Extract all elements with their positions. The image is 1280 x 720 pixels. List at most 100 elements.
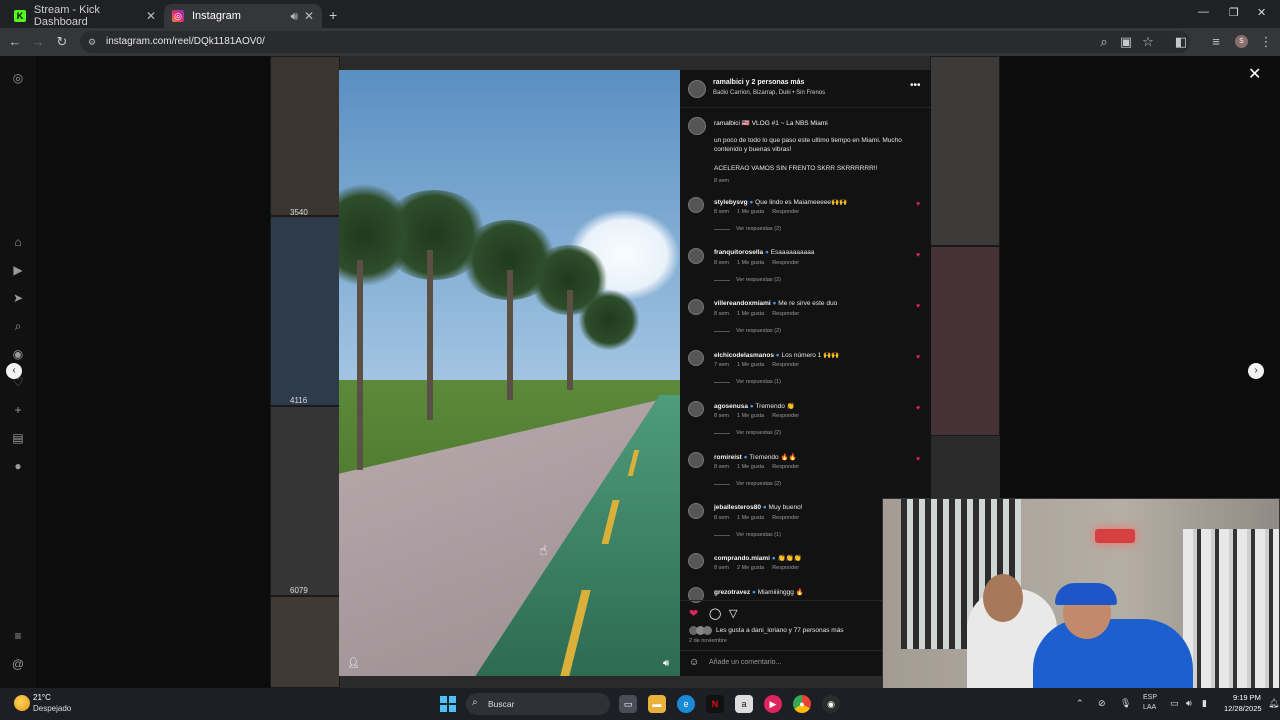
amazon-icon[interactable]: a bbox=[735, 695, 753, 713]
menu-kebab-icon[interactable]: ⋮ bbox=[1258, 34, 1274, 50]
windows-start-icon[interactable] bbox=[440, 696, 456, 712]
reply-button[interactable]: Responder bbox=[772, 362, 799, 368]
tab-instagram[interactable]: ◎ Instagram 🔊︎ ✕ bbox=[164, 4, 322, 28]
messages-icon[interactable]: ➤ bbox=[10, 290, 26, 306]
reply-button[interactable]: Responder bbox=[772, 565, 799, 571]
tagged-users-icon[interactable]: 👤︎ bbox=[347, 658, 360, 669]
previous-post-arrow-icon[interactable]: ‹ bbox=[6, 363, 22, 379]
commenter-avatar[interactable] bbox=[688, 553, 704, 569]
back-icon[interactable]: ← bbox=[7, 34, 23, 50]
author-avatar[interactable] bbox=[688, 80, 706, 98]
speaker-icon[interactable]: 🔊︎ bbox=[290, 9, 298, 24]
home-icon[interactable]: ⌂ bbox=[10, 234, 26, 250]
profile-icon[interactable]: ● bbox=[10, 458, 26, 474]
commenter-name[interactable]: agosenusa bbox=[714, 403, 748, 410]
view-replies-button[interactable]: Ver respuestas (1) bbox=[714, 379, 781, 385]
address-bar[interactable]: ⚙ instagram.com/reel/DQk1181AOV0/ bbox=[80, 31, 1190, 53]
share-icon[interactable]: ▽ bbox=[729, 607, 737, 620]
close-window-icon[interactable]: ✕ bbox=[1257, 6, 1266, 19]
comment-likes[interactable]: 1 Me gusta bbox=[737, 413, 764, 419]
comment-like-heart-icon[interactable]: ♥ bbox=[916, 354, 920, 361]
tray-overflow-icon[interactable]: ⌃ bbox=[1076, 698, 1084, 709]
likes-summary[interactable]: Les gusta a dani_loriano y 77 personas m… bbox=[716, 627, 844, 634]
taskbar-search[interactable]: ⌕ Buscar bbox=[466, 693, 610, 715]
file-explorer-icon[interactable]: ▬ bbox=[648, 695, 666, 713]
weather-temperature[interactable]: 21°C bbox=[33, 693, 51, 702]
view-replies-button[interactable]: Ver respuestas (2) bbox=[714, 328, 781, 334]
post-audio[interactable]: Badio Carrion, Bizarrap, Duki • Sin Fren… bbox=[713, 90, 825, 96]
commenter-avatar[interactable] bbox=[688, 503, 704, 519]
close-tab-icon[interactable]: ✕ bbox=[146, 9, 156, 23]
minimize-icon[interactable]: — bbox=[1198, 6, 1209, 18]
input-layout[interactable]: LAA bbox=[1143, 704, 1156, 711]
like-heart-icon[interactable]: ❤ bbox=[689, 607, 698, 620]
weather-description[interactable]: Despejado bbox=[33, 704, 71, 713]
tray-display-icon[interactable]: ▭ bbox=[1170, 698, 1179, 709]
media-player-icon[interactable]: ▶ bbox=[764, 695, 782, 713]
netflix-icon[interactable]: N bbox=[706, 695, 724, 713]
commenter-name[interactable]: stylebysvg bbox=[714, 199, 748, 206]
comment-likes[interactable]: 1 Me gusta bbox=[737, 515, 764, 521]
reels-icon[interactable]: ▶ bbox=[10, 262, 26, 278]
explore-icon[interactable]: ◉ bbox=[10, 346, 26, 362]
task-view-icon[interactable]: ▭ bbox=[619, 695, 637, 713]
threads-icon[interactable]: @ bbox=[10, 656, 26, 672]
obs-icon[interactable]: ◉ bbox=[822, 695, 840, 713]
caption-avatar[interactable] bbox=[688, 117, 706, 135]
post-author[interactable]: ramalbici y 2 personas más bbox=[713, 79, 804, 86]
reply-button[interactable]: Responder bbox=[772, 464, 799, 470]
forward-icon[interactable]: → bbox=[30, 34, 46, 50]
new-tab-button[interactable]: + bbox=[329, 7, 337, 23]
close-tab-icon[interactable]: ✕ bbox=[304, 9, 314, 23]
zoom-icon[interactable]: ⌕ bbox=[1096, 34, 1112, 50]
commenter-name[interactable]: jeballesteros80 bbox=[714, 504, 761, 511]
more-menu-icon[interactable]: ≡ bbox=[10, 628, 26, 644]
create-icon[interactable]: + bbox=[10, 402, 26, 418]
comment-like-heart-icon[interactable]: ♥ bbox=[916, 456, 920, 463]
view-replies-button[interactable]: Ver respuestas (1) bbox=[714, 532, 781, 538]
commenter-avatar[interactable] bbox=[688, 197, 704, 213]
commenter-name[interactable]: elchicodelasmanos bbox=[714, 352, 774, 359]
commenter-avatar[interactable] bbox=[688, 248, 704, 264]
reply-button[interactable]: Responder bbox=[772, 311, 799, 317]
commenter-name[interactable]: franquitorosella bbox=[714, 249, 763, 256]
maximize-icon[interactable]: ❐ bbox=[1229, 6, 1239, 19]
reply-button[interactable]: Responder bbox=[772, 260, 799, 266]
tray-volume-icon[interactable]: 🔊︎ bbox=[1186, 698, 1192, 709]
comment-likes[interactable]: 1 Me gusta bbox=[737, 260, 764, 266]
comment-like-heart-icon[interactable]: ♥ bbox=[916, 405, 920, 412]
commenter-avatar[interactable] bbox=[688, 350, 704, 366]
view-replies-button[interactable]: Ver respuestas (2) bbox=[714, 277, 781, 283]
add-comment-input[interactable]: Añade un comentario... bbox=[709, 659, 781, 666]
weather-sun-icon[interactable] bbox=[14, 695, 30, 711]
commenter-avatar[interactable] bbox=[688, 401, 704, 417]
comment-likes[interactable]: 1 Me gusta bbox=[737, 209, 764, 215]
comment-likes[interactable]: 1 Me gusta bbox=[737, 464, 764, 470]
comment-likes[interactable]: 1 Me gusta bbox=[737, 362, 764, 368]
comment-like-heart-icon[interactable]: ♥ bbox=[916, 201, 920, 208]
commenter-name[interactable]: grezotravez bbox=[714, 589, 750, 596]
profile-avatar[interactable]: S bbox=[1235, 35, 1248, 48]
clock-date[interactable]: 12/28/2025 bbox=[1224, 704, 1262, 713]
commenter-avatar[interactable] bbox=[688, 452, 704, 468]
commenter-avatar[interactable] bbox=[688, 299, 704, 315]
tab-kick-dashboard[interactable]: K Stream - Kick Dashboard ✕ bbox=[6, 4, 164, 28]
search-icon[interactable]: ⌕ bbox=[10, 318, 26, 334]
reel-video[interactable]: 👤︎ 🔊︎ ☝ bbox=[339, 70, 680, 676]
media-controls-icon[interactable]: ≡ bbox=[1208, 34, 1224, 50]
commenter-name[interactable]: comprando.miami bbox=[714, 555, 770, 562]
tray-battery-icon[interactable]: ▮ bbox=[1202, 698, 1207, 709]
instagram-logo-icon[interactable]: ◎ bbox=[10, 70, 26, 86]
reply-button[interactable]: Responder bbox=[772, 413, 799, 419]
comment-like-heart-icon[interactable]: ♥ bbox=[916, 303, 920, 310]
comment-likes[interactable]: 1 Me gusta bbox=[737, 311, 764, 317]
tray-network-off-icon[interactable]: ⊘ bbox=[1098, 698, 1106, 709]
more-options-icon[interactable]: ••• bbox=[910, 80, 921, 91]
comment-like-heart-icon[interactable]: ♥ bbox=[916, 252, 920, 259]
comment-icon[interactable]: ◯ bbox=[709, 607, 721, 620]
next-post-arrow-icon[interactable]: › bbox=[1248, 363, 1264, 379]
site-info-icon[interactable]: ⚙ bbox=[88, 31, 96, 53]
comment-likes[interactable]: 2 Me gusta bbox=[737, 565, 764, 571]
chrome-icon[interactable]: ● bbox=[793, 695, 811, 713]
view-replies-button[interactable]: Ver respuestas (2) bbox=[714, 226, 781, 232]
